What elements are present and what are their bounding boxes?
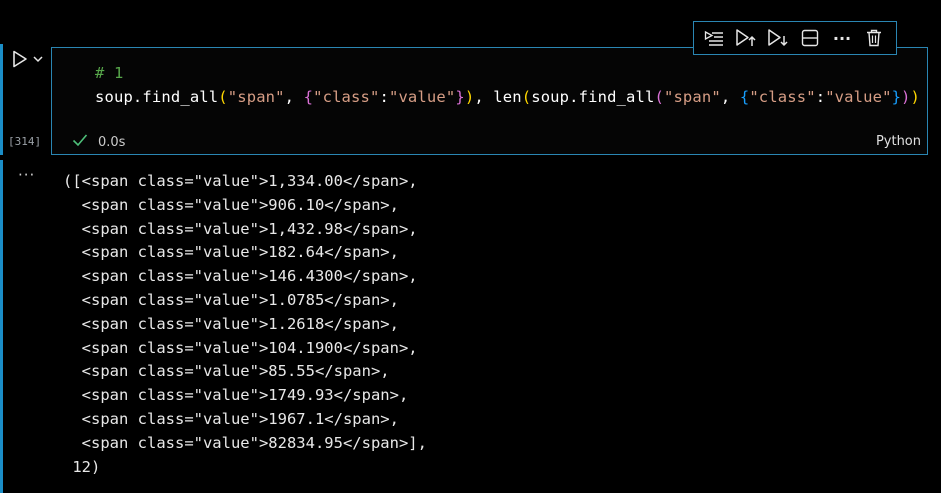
code-token: soup.find_all [531, 88, 655, 106]
code-token: } [455, 88, 465, 106]
execute-above-icon[interactable] [734, 26, 758, 50]
cell-focus-indicator [0, 44, 3, 155]
execution-count: [314] [8, 135, 42, 148]
code-token: "class" [313, 88, 380, 106]
code-token: ) [910, 88, 921, 106]
output-line: 12) [63, 457, 101, 476]
code-token: soup.find_all [95, 88, 219, 106]
chevron-down-icon[interactable] [32, 54, 44, 64]
split-cell-icon[interactable] [798, 26, 822, 50]
code-token: "value" [388, 88, 456, 106]
language-selector[interactable]: Python [876, 134, 921, 149]
run-by-line-icon[interactable] [702, 26, 726, 50]
output-line: <span class="value">104.1900</span>, [63, 338, 418, 357]
output-line: <span class="value">182.64</span>, [63, 243, 399, 262]
code-token: , [284, 88, 304, 106]
code-token: { [303, 88, 314, 106]
output-line: <span class="value">146.4300</span>, [63, 267, 418, 286]
output-line: ([<span class="value">1,334.00</span>, [63, 172, 418, 190]
code-token: "span" [227, 88, 285, 106]
code-token: } [891, 88, 902, 106]
code-cell-editor[interactable]: # 1 soup.find_all("span", {"class":"valu… [51, 47, 928, 155]
output-focus-indicator [0, 160, 3, 493]
code-token: , len [474, 88, 522, 106]
output-line: <span class="value">1967.1</span>, [63, 409, 399, 428]
code-line-comment: # 1 [95, 64, 123, 82]
code-token: "value" [825, 88, 892, 106]
cell-output: ([<span class="value">1,334.00</span>, <… [63, 170, 427, 479]
output-line: <span class="value">82834.95</span>], [63, 433, 427, 452]
code-token: "class" [749, 88, 816, 106]
output-line: <span class="value">1.0785</span>, [63, 290, 399, 309]
code-token: ( [218, 88, 228, 106]
code-token: ( [654, 88, 664, 106]
run-cell-icon[interactable] [12, 50, 28, 68]
code-token: ( [521, 88, 532, 106]
code-token: "span" [663, 88, 721, 106]
code-token: ) [464, 88, 475, 106]
code-token: : [815, 88, 826, 106]
run-controls [12, 50, 44, 68]
code-token: : [379, 88, 389, 106]
code-token: , [720, 88, 740, 106]
output-actions-icon[interactable]: ··· [18, 166, 35, 184]
code-comment: # 1 [95, 64, 124, 82]
code-token: { [739, 88, 750, 106]
more-icon[interactable]: ··· [830, 26, 854, 50]
cell-toolbar: ··· [693, 21, 897, 55]
output-line: <span class="value">1.2618</span>, [63, 314, 399, 333]
execution-status: 0.0s [72, 133, 125, 151]
delete-icon[interactable] [862, 26, 886, 50]
execute-below-icon[interactable] [766, 26, 790, 50]
check-icon [72, 133, 88, 151]
execution-duration: 0.0s [98, 134, 126, 150]
code-line-expression: soup.find_all("span", {"class":"value"})… [95, 88, 920, 106]
output-line: <span class="value">1,432.98</span>, [63, 219, 418, 238]
output-line: <span class="value">906.10</span>, [63, 195, 399, 214]
code-token: ) [901, 88, 911, 106]
output-line: <span class="value">1749.93</span>, [63, 386, 409, 405]
output-line: <span class="value">85.55</span>, [63, 362, 390, 381]
